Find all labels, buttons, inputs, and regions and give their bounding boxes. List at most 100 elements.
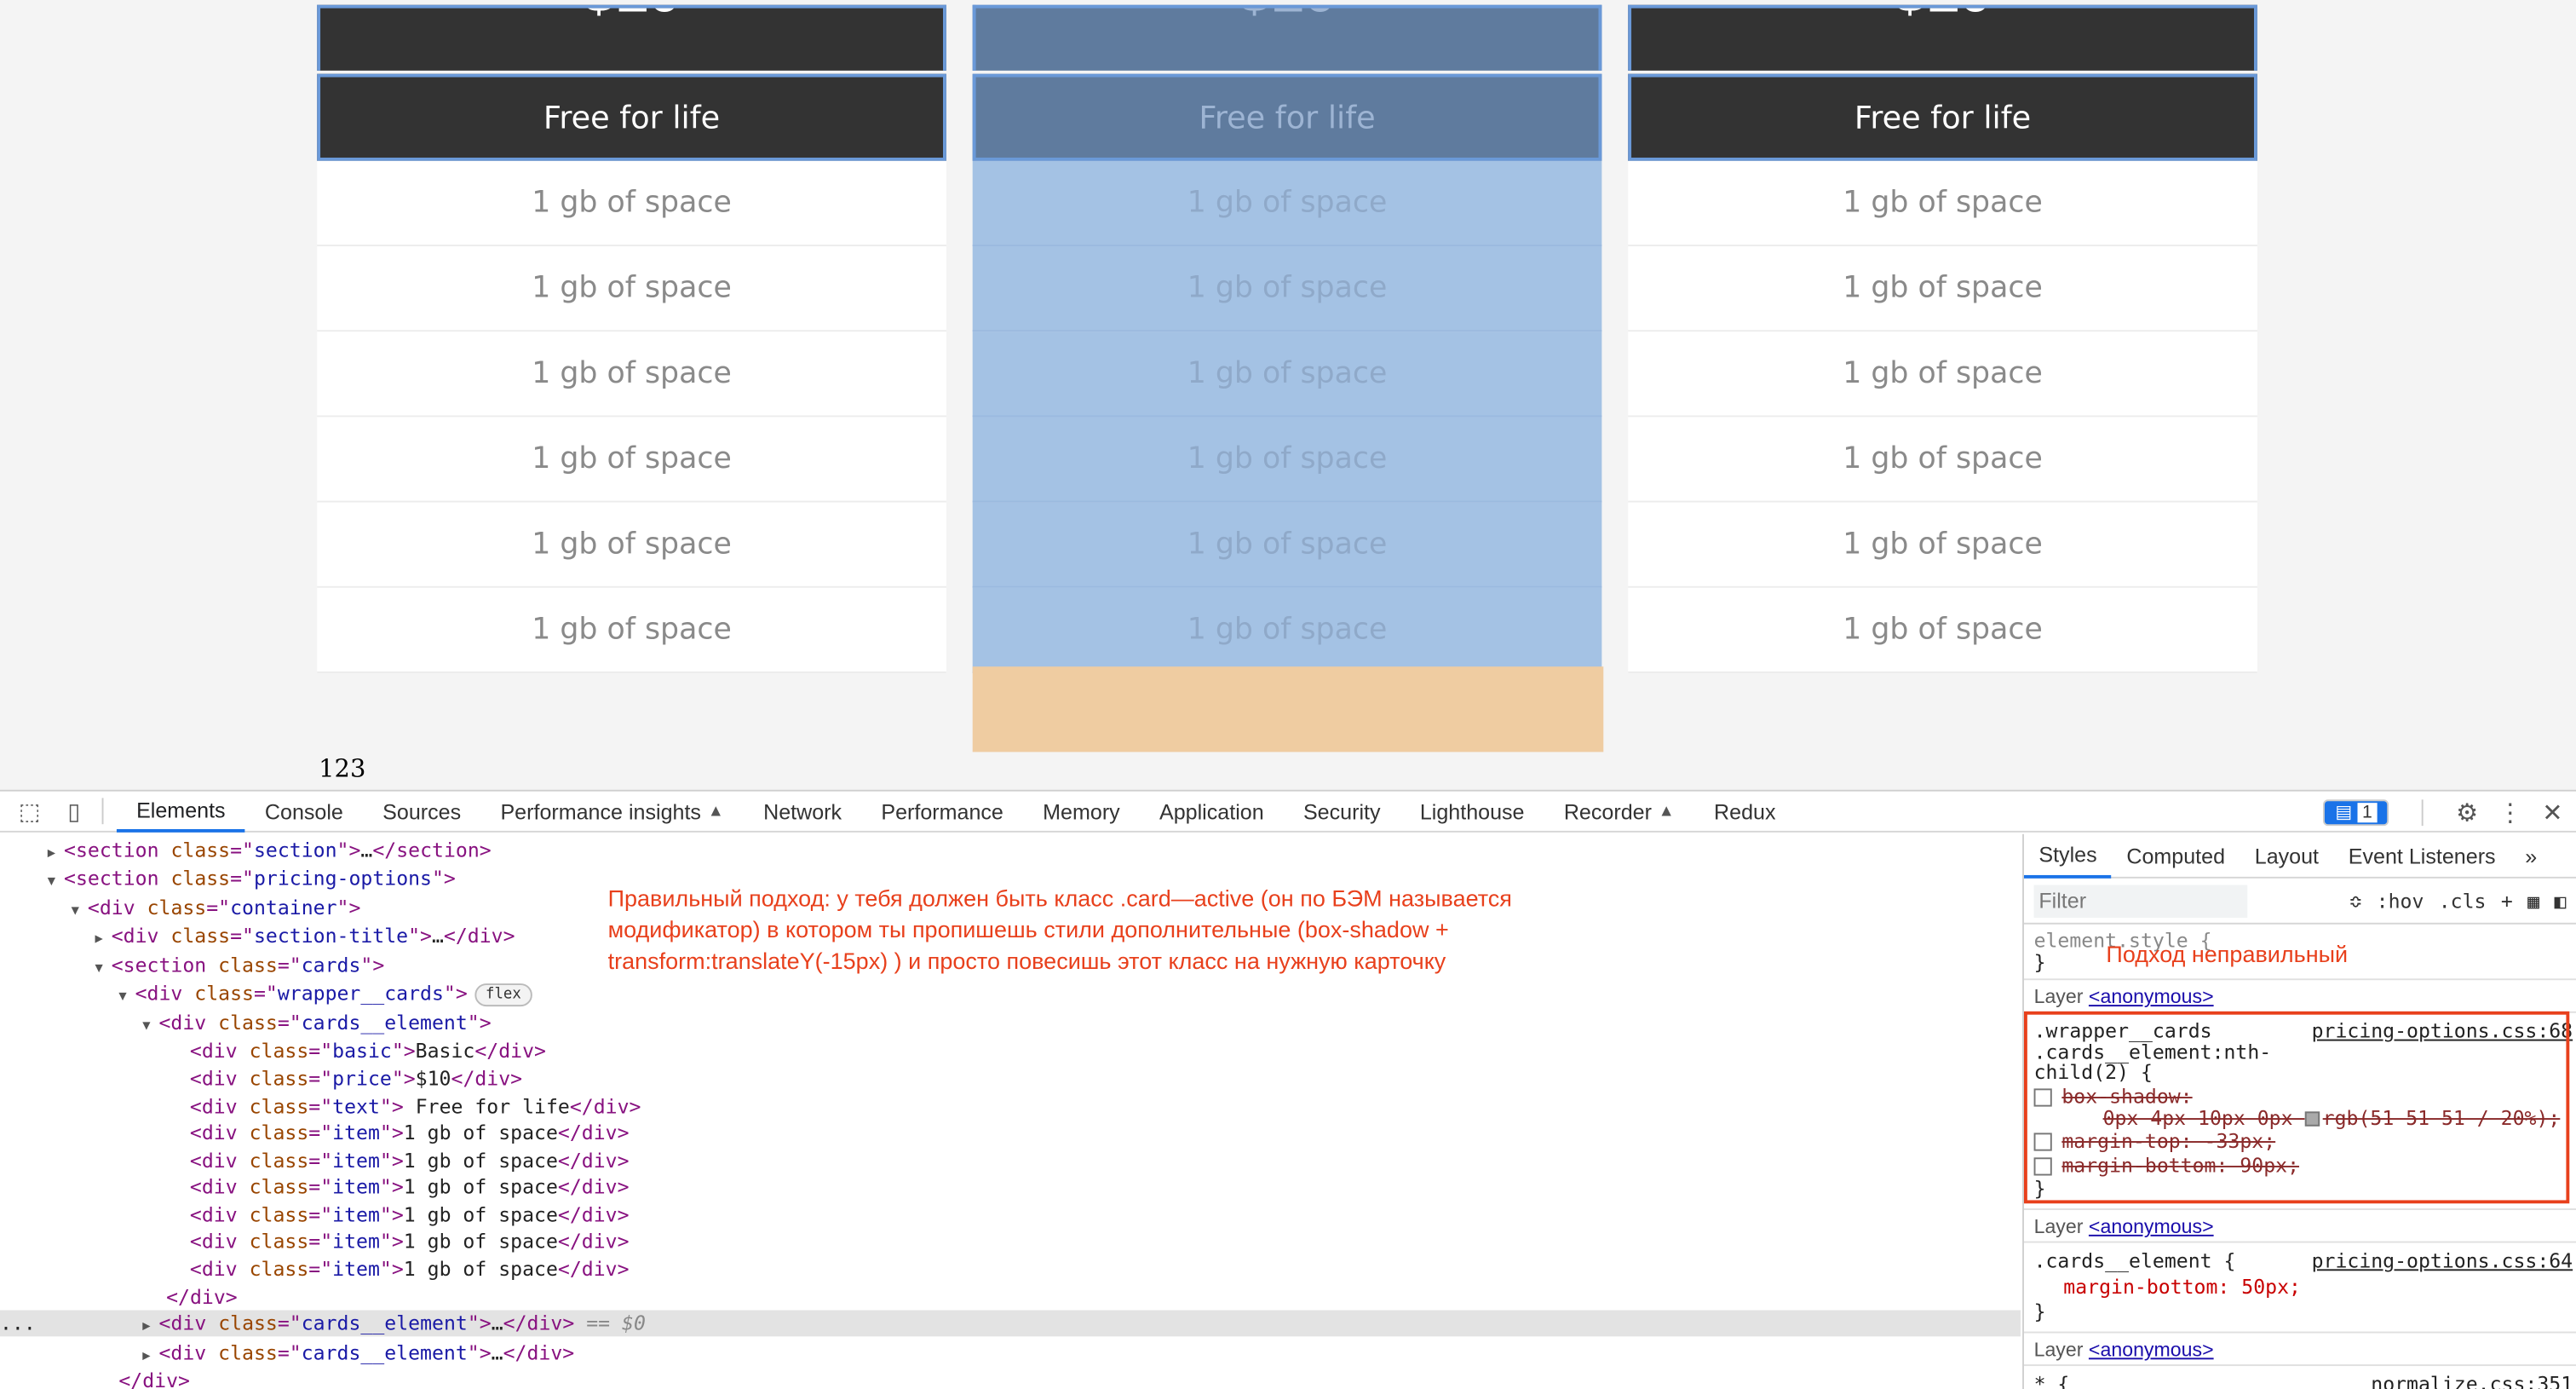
layer-link[interactable]: <anonymous> bbox=[2089, 1338, 2214, 1361]
card-item: 1 gb of space bbox=[1628, 331, 2257, 418]
card-item: 1 gb of space bbox=[317, 160, 946, 247]
rule2-source-link[interactable]: pricing-options.css:64 bbox=[2312, 1249, 2573, 1272]
layer-text: Layer bbox=[2033, 1214, 2084, 1238]
dom-node[interactable]: <div class="basic">Basic</div> bbox=[0, 1038, 2021, 1064]
annotation-wrong-approach: Подход неправильный bbox=[2106, 941, 2349, 967]
message-icon: ▤ bbox=[2335, 803, 2353, 823]
tab-performance-insights[interactable]: Performance insights ▲ bbox=[480, 791, 744, 832]
card-item: 1 gb of space bbox=[972, 417, 1602, 503]
dom-node[interactable]: ▼ <div class="cards__element"> bbox=[0, 1010, 2021, 1036]
paint-icon[interactable]: ▦ bbox=[2527, 890, 2539, 913]
close-icon[interactable]: ✕ bbox=[2542, 797, 2562, 827]
sidebar-toggle-icon[interactable]: ◧ bbox=[2554, 890, 2566, 913]
pricing-card-3: $10 Free for life 1 gb of space 1 gb of … bbox=[1628, 4, 2257, 673]
layer-text: Layer bbox=[2033, 985, 2084, 1008]
issues-badge[interactable]: ▤ 1 bbox=[2323, 798, 2389, 826]
tab-console[interactable]: Console bbox=[245, 791, 363, 832]
tab-label: Performance insights bbox=[500, 798, 701, 824]
selected-marker: == $0 bbox=[586, 1311, 646, 1335]
card-item: 1 gb of space bbox=[972, 587, 1602, 673]
rule-close-brace: } bbox=[2033, 950, 2046, 974]
tab-recorder[interactable]: Recorder ▲ bbox=[1544, 791, 1694, 832]
divider bbox=[2023, 1208, 2576, 1210]
more-tabs-icon[interactable]: » bbox=[2510, 834, 2552, 878]
card-price-label: $10 bbox=[976, 9, 1599, 21]
rule2-prop[interactable]: margin-bottom: 50px; bbox=[2063, 1276, 2301, 1299]
dom-node[interactable]: </div> bbox=[0, 1368, 2021, 1389]
dom-node[interactable]: ▼ <div class="wrapper__cards"> flex bbox=[0, 980, 2021, 1007]
tab-network[interactable]: Network bbox=[744, 791, 861, 832]
dom-node[interactable]: <div class="text"> Free for life</div> bbox=[0, 1093, 2021, 1120]
card-item: 1 gb of space bbox=[972, 331, 1602, 418]
tab-computed[interactable]: Computed bbox=[2112, 834, 2240, 878]
tab-security[interactable]: Security bbox=[1284, 791, 1400, 832]
margin-highlight-overlay bbox=[972, 666, 1604, 752]
card-item: 1 gb of space bbox=[317, 331, 946, 418]
layer-link[interactable]: <anonymous> bbox=[2089, 985, 2214, 1008]
rule2-selector[interactable]: .cards__element { bbox=[2034, 1249, 2236, 1272]
styles-filter-bar: Filter ≎ :hov .cls + ▦ ◧ bbox=[2023, 879, 2576, 925]
layer-text: Layer bbox=[2033, 1338, 2084, 1362]
pricing-card-2-highlighted: $10 Free for life 1 gb of space 1 gb of … bbox=[972, 4, 1602, 673]
rule3-source-link[interactable]: normalize.css:351 bbox=[2371, 1373, 2573, 1389]
layer-label: Layer <anonymous> bbox=[2034, 1338, 2214, 1361]
dom-node[interactable]: ▶ <section class="section">…</section> bbox=[0, 838, 2021, 864]
card-item: 1 gb of space bbox=[317, 502, 946, 588]
layer-label: Layer <anonymous> bbox=[2034, 1215, 2214, 1238]
layer-link[interactable]: <anonymous> bbox=[2089, 1215, 2214, 1238]
divider bbox=[2023, 1364, 2576, 1367]
toggle-icon[interactable]: ≎ bbox=[2349, 890, 2361, 913]
tab-sources[interactable]: Sources bbox=[363, 791, 480, 832]
tab-lighthouse[interactable]: Lighthouse bbox=[1400, 791, 1544, 832]
card-price-label: $10 bbox=[1631, 9, 2254, 21]
hov-button[interactable]: :hov bbox=[2377, 890, 2424, 913]
tab-label: Recorder bbox=[1563, 798, 1652, 824]
cls-button[interactable]: .cls bbox=[2439, 890, 2487, 913]
add-rule-icon[interactable]: + bbox=[2501, 890, 2513, 913]
card-item: 1 gb of space bbox=[317, 587, 946, 673]
card-price-label: $10 bbox=[320, 9, 943, 21]
dom-node[interactable]: <div class="item">1 gb of space</div> bbox=[0, 1120, 2021, 1146]
filter-input[interactable]: Filter bbox=[2033, 884, 2248, 918]
dom-node-selected[interactable]: ... ▶ <div class="cards__element">…</div>… bbox=[0, 1310, 2021, 1337]
card-item: 1 gb of space bbox=[972, 502, 1602, 588]
divider bbox=[2421, 798, 2424, 826]
divider bbox=[2023, 1241, 2576, 1243]
dom-node[interactable]: <div class="item">1 gb of space</div> bbox=[0, 1174, 2021, 1201]
card-item: 1 gb of space bbox=[1628, 246, 2257, 332]
card-item: 1 gb of space bbox=[972, 246, 1602, 332]
pricing-card-1: $10 Free for life 1 gb of space 1 gb of … bbox=[317, 4, 946, 673]
tab-event-listeners[interactable]: Event Listeners bbox=[2333, 834, 2510, 878]
more-dots[interactable]: ... bbox=[0, 1311, 36, 1334]
dom-node[interactable]: </div> bbox=[0, 1284, 2021, 1311]
tab-performance[interactable]: Performance bbox=[861, 791, 1023, 832]
card-item: 1 gb of space bbox=[317, 417, 946, 503]
inspect-element-icon[interactable]: ⬚ bbox=[14, 796, 44, 826]
dom-node[interactable]: <div class="item">1 gb of space</div> bbox=[0, 1202, 2021, 1228]
tab-layout[interactable]: Layout bbox=[2240, 834, 2333, 878]
annotation-red-box bbox=[2023, 1011, 2570, 1204]
kebab-menu-icon[interactable]: ⋮ bbox=[2498, 797, 2522, 827]
dom-node[interactable]: <div class="item">1 gb of space</div> bbox=[0, 1228, 2021, 1254]
tab-elements[interactable]: Elements bbox=[116, 791, 245, 832]
gear-icon[interactable]: ⚙ bbox=[2456, 797, 2478, 827]
flex-badge[interactable]: flex bbox=[474, 983, 533, 1007]
rule-close-brace: } bbox=[2033, 1300, 2046, 1323]
dom-node[interactable]: <div class="item">1 gb of space</div> bbox=[0, 1256, 2021, 1282]
dom-node[interactable]: <div class="item">1 gb of space</div> bbox=[0, 1148, 2021, 1174]
card-text: Free for life bbox=[972, 73, 1602, 161]
tab-memory[interactable]: Memory bbox=[1023, 791, 1140, 832]
dom-node[interactable]: <div class="price">$10</div> bbox=[0, 1065, 2021, 1092]
device-toolbar-icon[interactable]: ▯ bbox=[59, 796, 89, 826]
dom-node[interactable]: ▶ <div class="cards__element">…</div> bbox=[0, 1340, 2021, 1366]
dom-tree: ▶ <section class="section">…</section> ▼ <… bbox=[0, 834, 2021, 1389]
devtools-right-controls: ▤ 1 ⚙ ⋮ ✕ bbox=[2323, 792, 2563, 833]
card-text: Free for life bbox=[1628, 73, 2257, 161]
page-text-123: 123 bbox=[319, 753, 366, 784]
experiment-flask-icon: ▲ bbox=[707, 802, 724, 821]
tab-styles[interactable]: Styles bbox=[2023, 834, 2112, 878]
tab-application[interactable]: Application bbox=[1140, 791, 1284, 832]
rule3-selector[interactable]: * { bbox=[2034, 1373, 2070, 1389]
divider bbox=[101, 798, 104, 825]
tab-redux[interactable]: Redux bbox=[1694, 791, 1796, 832]
